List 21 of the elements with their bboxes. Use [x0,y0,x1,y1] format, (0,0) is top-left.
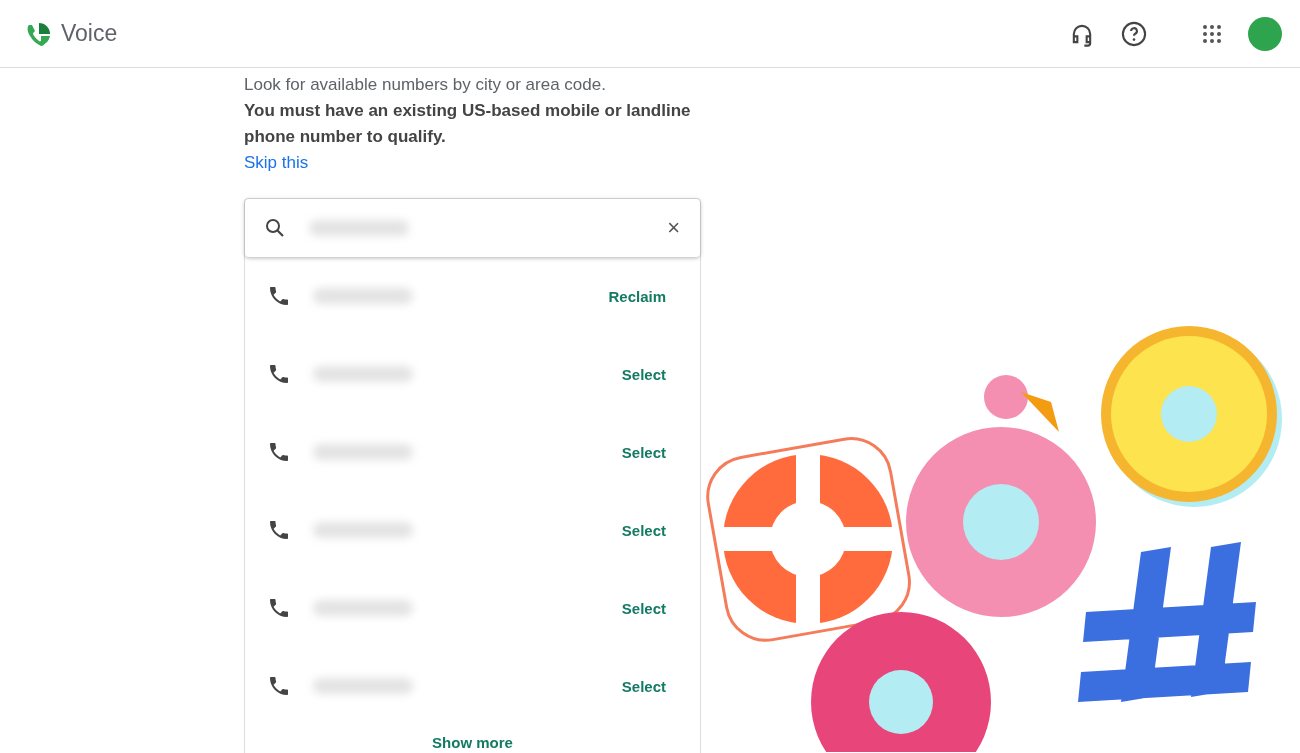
select-button[interactable]: Select [615,520,672,540]
clear-button[interactable]: × [667,215,680,241]
help-icon[interactable] [1120,19,1148,48]
select-button[interactable]: Reclaim [602,286,672,306]
phone-icon [267,440,291,464]
show-more-button[interactable]: Show more [426,733,519,752]
select-button[interactable]: Select [615,598,672,618]
instruction-text: Look for available numbers by city or area code. [244,74,607,96]
phone-icon [267,284,291,308]
requirement-text: You must have an existing US-based mobile or landline phone number to qualify. [244,100,692,148]
phone-icon [267,362,291,386]
phone-icon [267,674,291,698]
select-button[interactable]: Select [615,442,672,462]
app-name: Voice [61,20,118,47]
phone-icon [267,518,291,542]
search-field[interactable]: × [245,199,700,257]
select-button[interactable]: Select [615,676,672,696]
select-button[interactable]: Select [615,364,672,384]
account-avatar[interactable] [1248,16,1282,51]
phone-icon [267,596,291,620]
skip-link[interactable]: Skip this [244,150,309,176]
